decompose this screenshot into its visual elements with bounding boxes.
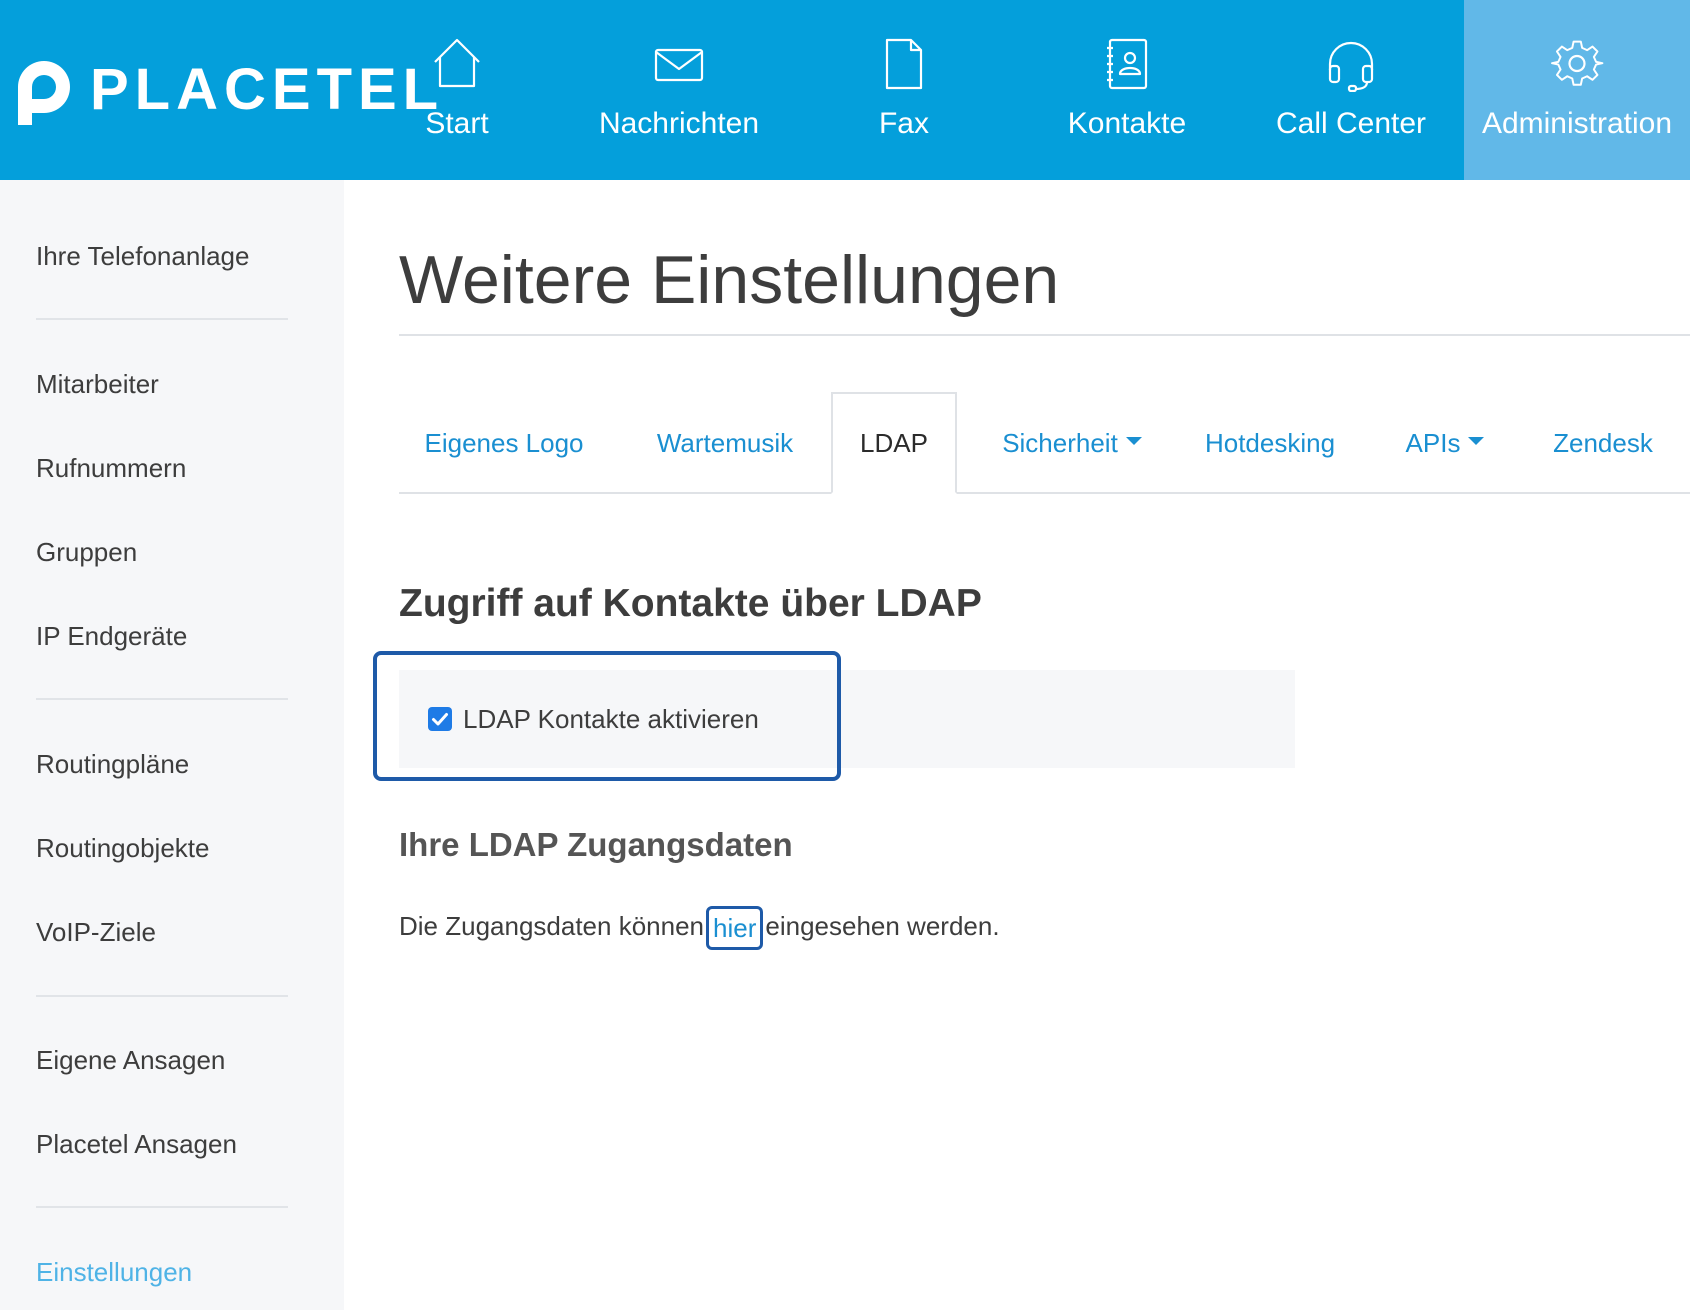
nav-item-administration[interactable]: Administration (1464, 0, 1690, 180)
tab-label: Sicherheit (1002, 427, 1118, 458)
placetel-logo[interactable]: PLACETEL (12, 54, 444, 126)
tab-eigenes-logo[interactable]: Eigenes Logo (399, 392, 609, 494)
tab-label: LDAP (860, 427, 928, 458)
document-icon (885, 38, 923, 90)
envelope-icon (654, 48, 704, 82)
sidebar-item-rufnummern[interactable]: Rufnummern (36, 451, 186, 485)
tab-wartemusik[interactable]: Wartemusik (625, 392, 825, 494)
sidebar-item-routingobjekte[interactable]: Routingobjekte (36, 831, 209, 865)
nav-item-nachrichten[interactable]: Nachrichten (584, 0, 774, 180)
chevron-down-icon (1468, 437, 1485, 445)
top-navigation-bar: PLACETEL Start Nachrichten Fax Kontakte … (0, 0, 1690, 180)
credentials-title: Ihre LDAP Zugangsdaten (399, 826, 793, 863)
brand-name: PLACETEL (90, 57, 445, 122)
tab-apis[interactable]: APIs (1383, 392, 1507, 494)
ldap-enable-label[interactable]: LDAP Kontakte aktivieren (463, 701, 759, 737)
tab-label: Hotdesking (1204, 427, 1336, 458)
sidebar-divider (36, 318, 288, 320)
tab-sicherheit[interactable]: Sicherheit (977, 392, 1167, 494)
ldap-enable-checkbox[interactable] (428, 707, 452, 731)
sidebar: Ihre Telefonanlage Mitarbeiter Rufnummer… (0, 180, 344, 1310)
nav-label-kontakte: Kontakte (1067, 107, 1187, 140)
tab-label: Eigenes Logo (424, 427, 584, 458)
placetel-logo-icon (12, 55, 72, 125)
sidebar-item-ihre-telefonanlage[interactable]: Ihre Telefonanlage (36, 239, 249, 273)
headset-icon (1328, 41, 1374, 92)
address-book-icon (1107, 38, 1148, 90)
tab-label: Zendesk (1553, 427, 1653, 458)
nav-label-administration: Administration (1481, 107, 1673, 140)
nav-item-start[interactable]: Start (402, 0, 512, 180)
nav-label-nachrichten: Nachrichten (598, 107, 760, 140)
page-title: Weitere Einstellungen (399, 242, 1060, 318)
sidebar-item-placetel-ansagen[interactable]: Placetel Ansagen (36, 1127, 237, 1161)
nav-item-kontakte[interactable]: Kontakte (1052, 0, 1202, 180)
sidebar-item-mitarbeiter[interactable]: Mitarbeiter (36, 367, 159, 401)
credentials-info: Die Zugangsdaten können hier eingesehen we… (399, 904, 1000, 950)
checkmark-icon (432, 713, 448, 726)
credentials-link[interactable]: hier (706, 906, 764, 950)
credentials-text-before: Die Zugangsdaten können (399, 911, 705, 941)
sidebar-item-voip-ziele[interactable]: VoIP-Ziele (36, 915, 156, 949)
sidebar-divider (36, 995, 288, 997)
nav-label-call-center: Call Center (1275, 107, 1427, 140)
credentials-text-after: eingesehen werden. (765, 911, 1000, 941)
section-title: Zugriff auf Kontakte über LDAP (399, 582, 982, 625)
tab-hotdesking[interactable]: Hotdesking (1184, 392, 1356, 494)
sidebar-item-gruppen[interactable]: Gruppen (36, 535, 137, 569)
home-icon (434, 38, 480, 88)
settings-tabs: Eigenes Logo Wartemusik LDAP Sicherheit … (399, 392, 1690, 494)
tab-zendesk[interactable]: Zendesk (1527, 392, 1679, 494)
nav-item-fax[interactable]: Fax (854, 0, 954, 180)
gear-icon (1551, 40, 1604, 86)
nav-item-call-center[interactable]: Call Center (1266, 0, 1436, 180)
sidebar-divider (36, 1206, 288, 1208)
title-divider (399, 334, 1690, 336)
sidebar-item-einstellungen[interactable]: Einstellungen (36, 1255, 192, 1289)
tab-label: APIs (1405, 427, 1461, 458)
sidebar-divider (36, 698, 288, 700)
sidebar-item-eigene-ansagen[interactable]: Eigene Ansagen (36, 1043, 225, 1077)
nav-label-start: Start (425, 107, 489, 140)
nav-label-fax: Fax (878, 107, 929, 140)
chevron-down-icon (1125, 437, 1142, 445)
tab-label: Wartemusik (656, 427, 794, 458)
sidebar-item-routingplaene[interactable]: Routingpläne (36, 747, 189, 781)
tab-ldap[interactable]: LDAP (831, 392, 957, 494)
sidebar-item-ip-endgeraete[interactable]: IP Endgeräte (36, 619, 187, 653)
